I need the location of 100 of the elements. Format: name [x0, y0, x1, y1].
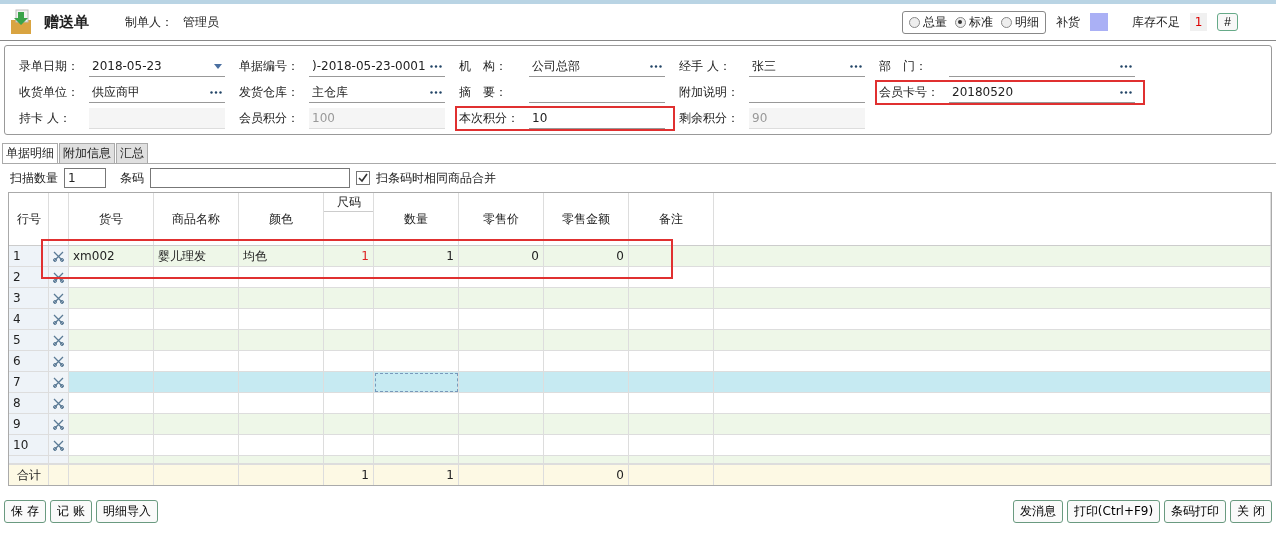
- field-label: 会员卡号：: [879, 84, 940, 101]
- input-field[interactable]: 主仓库: [309, 82, 445, 103]
- radio-label[interactable]: 总量: [922, 13, 947, 31]
- field-label: 单据编号：: [239, 58, 300, 75]
- more-icon[interactable]: [430, 64, 442, 68]
- more-icon[interactable]: [430, 90, 442, 94]
- table-cell: xm002: [69, 246, 154, 267]
- table-cell: 0: [459, 246, 544, 267]
- merge-checkbox[interactable]: [356, 171, 370, 185]
- action-button[interactable]: 记 账: [49, 500, 92, 523]
- action-button[interactable]: 保 存: [4, 500, 46, 523]
- field-label: 本次积分：: [459, 110, 520, 127]
- scissors-icon[interactable]: [53, 250, 64, 262]
- row-number: 10: [9, 435, 49, 456]
- more-icon[interactable]: [650, 64, 662, 68]
- dropdown-arrow-icon[interactable]: [214, 63, 222, 69]
- field-label: 机 构：: [459, 58, 508, 75]
- action-button[interactable]: 明细导入: [95, 500, 158, 523]
- more-icon[interactable]: [1120, 90, 1132, 94]
- field-label: 剩余积分：: [679, 110, 740, 127]
- field-label: 收货单位：: [19, 84, 80, 101]
- column-header: 行号: [9, 193, 49, 245]
- window-title: 赠送单: [44, 12, 89, 32]
- table-cell: [324, 288, 374, 309]
- action-button[interactable]: 关 闭: [1230, 500, 1272, 523]
- row-number: 7: [9, 372, 49, 393]
- table-cell: 婴儿理发: [154, 246, 239, 267]
- column-header: 颜色: [239, 193, 324, 245]
- row-number: 3: [9, 288, 49, 309]
- scissors-icon[interactable]: [53, 334, 64, 346]
- scissors-icon[interactable]: [53, 355, 64, 367]
- column-header: 数量: [374, 193, 459, 245]
- table-cell: 1: [324, 246, 374, 267]
- row-number: 4: [9, 309, 49, 330]
- more-icon[interactable]: [850, 64, 862, 68]
- row-number: 6: [9, 351, 49, 372]
- maker-name: 管理员: [183, 13, 219, 31]
- scissors-icon[interactable]: [53, 376, 64, 388]
- barcode-field[interactable]: [150, 168, 350, 188]
- box-icon: [8, 8, 34, 36]
- column-header: 零售价: [459, 193, 544, 245]
- field-label: 摘 要：: [459, 84, 508, 101]
- scan-quantity-label: 扫描数量: [10, 169, 58, 187]
- radio-label[interactable]: 明细: [1014, 13, 1039, 31]
- more-icon[interactable]: [1120, 64, 1132, 68]
- input-field[interactable]: 2018-05-23: [89, 56, 225, 77]
- replenish-swatch: [1089, 13, 1108, 31]
- action-button[interactable]: 条码打印: [1164, 500, 1227, 523]
- table-cell: [324, 330, 374, 351]
- input-field[interactable]: 10: [529, 108, 665, 129]
- table-cell: 0: [544, 246, 629, 267]
- scan-quantity-field[interactable]: 1: [64, 168, 106, 188]
- field-label: 发货仓库：: [239, 84, 300, 101]
- column-header: 备注: [629, 193, 714, 245]
- field-label: 附加说明：: [679, 84, 740, 101]
- scissors-icon[interactable]: [53, 418, 64, 430]
- table-cell: [324, 414, 374, 435]
- tab[interactable]: 单据明细: [2, 143, 58, 163]
- shortage-label: 库存不足: [1131, 13, 1180, 31]
- field-label: 录单日期：: [19, 58, 80, 75]
- column-header: 商品名称: [154, 193, 239, 245]
- input-field[interactable]: )-2018-05-23-0001: [309, 56, 445, 77]
- row-number: 5: [9, 330, 49, 351]
- tab[interactable]: 附加信息: [59, 143, 115, 163]
- column-header: 货号: [69, 193, 154, 245]
- radio-label[interactable]: 标准: [968, 13, 993, 31]
- input-field[interactable]: 20180520: [949, 82, 1135, 103]
- row-number: 8: [9, 393, 49, 414]
- scissors-icon[interactable]: [53, 313, 64, 325]
- field-label: 部 门：: [879, 58, 928, 75]
- input-field[interactable]: 张三: [749, 56, 865, 77]
- input-field[interactable]: 供应商甲: [89, 82, 225, 103]
- input-field[interactable]: 公司总部: [529, 56, 665, 77]
- field-label: 持卡 人：: [19, 110, 72, 127]
- field-label: 经手 人：: [679, 58, 732, 75]
- row-number: 1: [9, 246, 49, 267]
- scissors-icon[interactable]: [53, 271, 64, 283]
- table-cell: [324, 372, 374, 393]
- hash-button[interactable]: #: [1217, 13, 1238, 31]
- more-icon[interactable]: [210, 90, 222, 94]
- column-header: 零售金额: [544, 193, 629, 245]
- row-number: 9: [9, 414, 49, 435]
- action-button[interactable]: 打印(Ctrl+F9): [1066, 500, 1161, 523]
- row-number: 2: [9, 267, 49, 288]
- field-label: 会员积分：: [239, 110, 300, 127]
- replenish-label: 补货: [1055, 13, 1080, 31]
- table-cell: 均色: [239, 246, 324, 267]
- table-cell: 1: [374, 246, 459, 267]
- merge-label: 扫条码时相同商品合并: [376, 169, 496, 187]
- shortage-count: 1: [1189, 13, 1208, 31]
- scissors-icon[interactable]: [53, 292, 64, 304]
- barcode-label: 条码: [120, 169, 144, 187]
- tab[interactable]: 汇总: [116, 143, 148, 163]
- scissors-icon[interactable]: [53, 439, 64, 451]
- scissors-icon[interactable]: [53, 397, 64, 409]
- radio-button[interactable]: [954, 16, 966, 28]
- action-button[interactable]: 发消息: [1012, 500, 1063, 523]
- radio-button[interactable]: [1000, 16, 1012, 28]
- column-header: 尺码: [324, 193, 373, 212]
- radio-button[interactable]: [908, 16, 920, 28]
